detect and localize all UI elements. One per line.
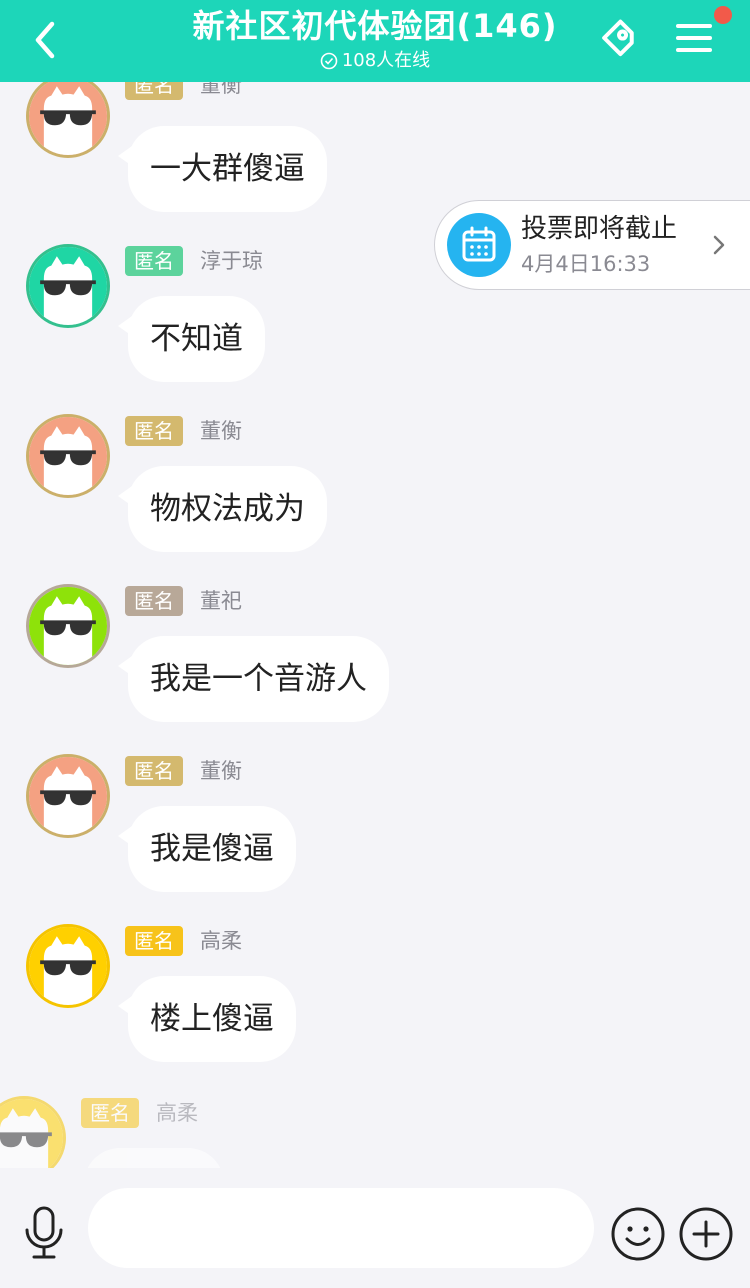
message-item: 匿名 高柔 楼上傻逼: [0, 924, 750, 1094]
sender-name: 高柔: [156, 1101, 198, 1125]
notification-dot: [714, 6, 732, 24]
cat-sunglasses-icon: [29, 927, 107, 1005]
online-count: 108人在线: [341, 50, 431, 71]
message-bubble[interactable]: 我是傻逼: [118, 806, 296, 892]
sender-name: 淳于琼: [200, 249, 263, 273]
anonymous-badge: 匿名: [125, 416, 183, 446]
vote-deadline-time: 4月4日16:33: [521, 252, 651, 276]
message-bubble[interactable]: 楼上傻逼: [118, 976, 296, 1062]
cat-sunglasses-icon: [29, 247, 107, 325]
input-bar: [0, 1168, 750, 1288]
cat-sunglasses-icon: [0, 1099, 63, 1168]
hamburger-menu-icon[interactable]: [674, 18, 714, 58]
vote-deadline-notice[interactable]: 投票即将截止 4月4日16:33: [434, 200, 750, 290]
anonymous-badge: 匿名: [81, 1098, 139, 1128]
message-bubble[interactable]: 不知道: [118, 296, 265, 382]
avatar[interactable]: [26, 584, 110, 668]
sender-name: 高柔: [200, 929, 242, 953]
avatar[interactable]: [26, 414, 110, 498]
cat-sunglasses-icon: [29, 757, 107, 835]
message-item: 匿名 董衡 我是傻逼: [0, 754, 750, 924]
message-input[interactable]: [88, 1188, 594, 1268]
microphone-icon[interactable]: [22, 1206, 66, 1260]
cat-sunglasses-icon: [29, 82, 107, 155]
vote-title: 投票即将截止: [521, 214, 678, 244]
check-circle-icon: [320, 52, 338, 70]
chevron-right-icon: [713, 235, 725, 255]
plus-circle-icon[interactable]: [678, 1206, 734, 1262]
cat-sunglasses-icon: [29, 587, 107, 665]
avatar[interactable]: [26, 754, 110, 838]
avatar[interactable]: [26, 924, 110, 1008]
message-bubble[interactable]: 物权法成为: [118, 466, 327, 552]
online-status: 108人在线: [320, 48, 430, 74]
anonymous-badge: 匿名: [125, 756, 183, 786]
anonymous-badge: 匿名: [125, 926, 183, 956]
anonymous-badge: 匿名: [125, 586, 183, 616]
sender-name: 董衡: [200, 419, 242, 443]
cat-sunglasses-icon: [29, 417, 107, 495]
top-bar: 新社区初代体验团(146) 108人在线: [0, 0, 750, 82]
smiley-icon[interactable]: [610, 1206, 666, 1262]
avatar[interactable]: [0, 1096, 66, 1168]
anonymous-badge: 匿名: [125, 246, 183, 276]
sender-name: 董衡: [200, 82, 242, 97]
tag-link-icon[interactable]: [594, 16, 644, 64]
message-bubble[interactable]: 我是一个音游人: [118, 636, 389, 722]
anonymous-badge: 匿名: [125, 82, 183, 100]
calendar-icon: [447, 213, 511, 277]
avatar[interactable]: [26, 244, 110, 328]
sender-name: 董衡: [200, 759, 242, 783]
message-bubble[interactable]: [84, 1148, 224, 1168]
avatar[interactable]: [26, 82, 110, 158]
message-bubble[interactable]: 一大群傻逼: [118, 126, 327, 212]
message-item: 匿名 董衡 物权法成为: [0, 414, 750, 584]
sender-name: 董祀: [200, 589, 242, 613]
message-item: 匿名 高柔: [0, 1096, 706, 1168]
message-item: 匿名 董祀 我是一个音游人: [0, 584, 750, 754]
